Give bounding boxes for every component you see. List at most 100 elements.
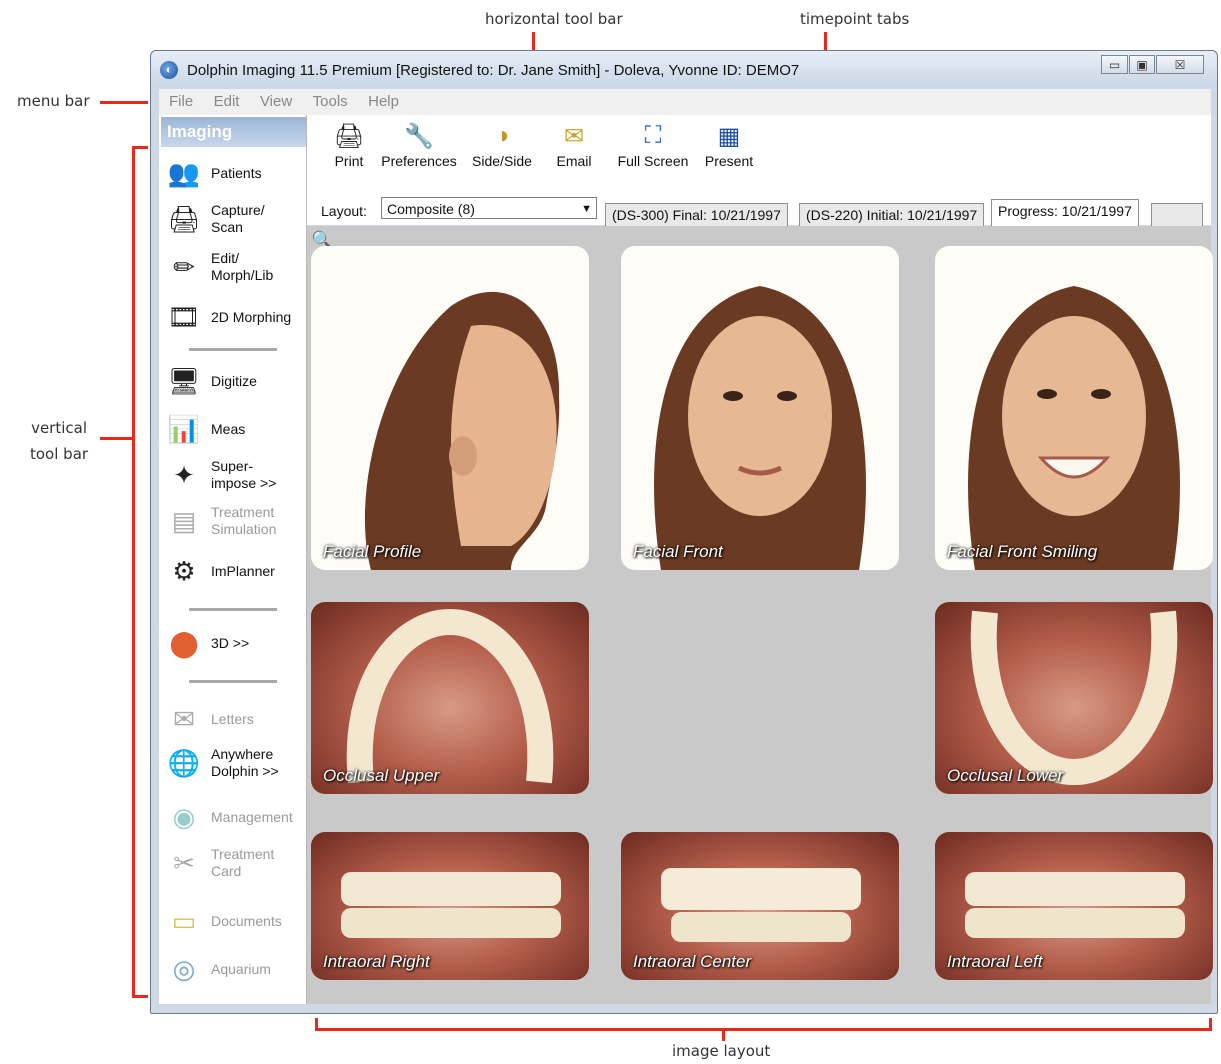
morphing-icon: 🎞 <box>167 301 201 332</box>
tab-initial[interactable]: (DS-220) Initial: 10/21/1997 <box>799 203 985 227</box>
sidebar-item-label: Meas <box>211 420 246 437</box>
image-facial-profile[interactable]: Facial Profile <box>311 246 589 570</box>
bracket-image-stem <box>722 1028 725 1041</box>
documents-icon: ▭ <box>171 905 197 936</box>
menu-edit[interactable]: Edit <box>214 89 240 115</box>
image-occlusal-lower[interactable]: Occlusal Lower <box>935 602 1213 794</box>
sidebar-item-label: Patients <box>211 164 262 181</box>
tab-progress[interactable]: Progress: 10/21/1997 <box>991 199 1139 227</box>
image-caption: Facial Front <box>633 542 723 561</box>
letters-icon: ✉ <box>173 703 195 734</box>
sidebar-item-edit-morph-lib[interactable]: ✏ Edit/ Morph/Lib <box>163 245 305 289</box>
callout-horizontal-tool-bar: horizontal tool bar <box>485 10 623 28</box>
tab-empty[interactable] <box>1151 203 1203 227</box>
callout-timepoint-tabs: timepoint tabs <box>800 10 910 28</box>
superimpose-icon: ✦ <box>173 459 195 490</box>
sidebar-item-meas[interactable]: 📊 Meas <box>163 407 305 451</box>
full-screen-button[interactable]: ⛶ Full Screen <box>613 119 693 177</box>
image-caption: Facial Front Smiling <box>947 542 1098 561</box>
image-facial-front-smiling[interactable]: Facial Front Smiling <box>935 246 1213 570</box>
sidebar-item-label: Letters <box>211 710 254 727</box>
menu-file[interactable]: File <box>169 89 193 115</box>
bracket-vertical-line <box>132 146 135 998</box>
side-by-side-label: Side/Side <box>472 153 532 169</box>
full-screen-label: Full Screen <box>617 153 689 169</box>
menu-bar: File Edit View Tools Help <box>159 89 1211 116</box>
menu-tools[interactable]: Tools <box>313 89 348 115</box>
sidebar-item-implanner[interactable]: ⚙ ImPlanner <box>163 549 305 593</box>
sidebar-item-label: Management <box>211 808 293 825</box>
sidebar-item-treatment-card[interactable]: ✂ Treatment Card <box>163 841 305 885</box>
bracket-image-line <box>315 1028 1212 1031</box>
facial-smiling-illustration <box>968 286 1180 570</box>
sidebar-item-capture-scan[interactable]: 🖨 Capture/ Scan <box>163 197 305 241</box>
treatment-card-icon: ✂ <box>173 847 195 878</box>
full-screen-icon: ⛶ <box>644 122 662 149</box>
sidebar-item-label: Documents <box>211 912 282 929</box>
sidebar-item-label: Treatment Simulation <box>211 504 277 537</box>
sidebar-item-management[interactable]: ◉ Management <box>163 795 305 839</box>
image-occlusal-upper[interactable]: Occlusal Upper <box>311 602 589 794</box>
image-intraoral-center[interactable]: Intraoral Center <box>621 832 899 980</box>
sidebar-item-label: Capture/ Scan <box>211 202 265 235</box>
sidebar-item-digitize[interactable]: 🖥 Digitize <box>163 359 305 403</box>
implant-icon: ⚙ <box>172 555 196 586</box>
image-caption: Intraoral Left <box>947 952 1043 971</box>
wrench-icon: 🔧 <box>404 122 434 150</box>
sidebar-item-label: 2D Morphing <box>211 308 292 325</box>
sidebar-item-3d[interactable]: ⬤ 3D >> <box>163 621 305 665</box>
title-bar[interactable]: ◐ Dolphin Imaging 11.5 Premium [Register… <box>151 51 1217 88</box>
image-caption: Facial Profile <box>323 542 422 561</box>
sidebar-item-superimpose[interactable]: ✦ Super- impose >> <box>163 453 305 497</box>
sidebar-separator <box>189 608 277 611</box>
sidebar-item-label: Edit/ Morph/Lib <box>211 250 274 283</box>
sidebar-separator <box>189 348 277 351</box>
maximize-button[interactable]: ▣ <box>1129 55 1155 74</box>
sidebar-item-anywhere-dolphin[interactable]: 🌐 Anywhere Dolphin >> <box>163 741 305 785</box>
print-label: Print <box>334 153 364 169</box>
bracket-vertical-bottom <box>132 995 148 998</box>
sidebar-item-2d-morphing[interactable]: 🎞 2D Morphing <box>163 295 305 339</box>
image-facial-front[interactable]: Facial Front <box>621 246 899 570</box>
email-icon: ✉ <box>563 122 585 150</box>
present-button[interactable]: ▦ Present <box>701 119 757 177</box>
3d-icon: ⬤ <box>169 627 199 658</box>
tab-final[interactable]: (DS-300) Final: 10/21/1997 <box>605 203 788 227</box>
sidebar-item-label: Anywhere Dolphin >> <box>211 746 279 779</box>
sidebar-item-label: Super- impose >> <box>211 458 277 491</box>
chevron-down-icon[interactable]: ▼ <box>581 198 592 220</box>
sidebar-item-label: Digitize <box>211 372 257 389</box>
simulation-icon: ▤ <box>171 505 197 536</box>
email-label: Email <box>556 153 592 169</box>
image-caption: Intraoral Center <box>633 952 752 971</box>
imaging-header: Imaging <box>161 117 306 147</box>
close-button[interactable]: ☒ <box>1156 55 1204 74</box>
menu-view[interactable]: View <box>260 89 292 115</box>
minimize-button[interactable]: ▭ <box>1101 55 1128 74</box>
bracket-vertical-stem <box>100 437 133 440</box>
image-intraoral-right[interactable]: Intraoral Right <box>311 832 589 980</box>
present-icon: ▦ <box>717 122 741 150</box>
side-by-side-button[interactable]: ◑ Side/Side <box>467 119 537 177</box>
dolphin-icon: ◐ <box>160 61 178 79</box>
sidebar-item-label: ImPlanner <box>211 562 275 579</box>
preferences-button[interactable]: 🔧 Preferences <box>379 119 459 177</box>
email-button[interactable]: ✉ Email <box>553 119 595 177</box>
callout-menu-bar: menu bar <box>17 92 90 110</box>
sidebar-item-treatment-simulation[interactable]: ▤ Treatment Simulation <box>163 499 305 543</box>
layout-dropdown[interactable]: Composite (8) ▼ <box>381 197 597 219</box>
sidebar-item-patients[interactable]: 👥 Patients <box>163 151 305 195</box>
sidebar-item-letters[interactable]: ✉ Letters <box>163 697 305 741</box>
callout-image-layout: image layout <box>672 1042 771 1060</box>
image-intraoral-left[interactable]: Intraoral Left <box>935 832 1213 980</box>
sidebar-item-documents[interactable]: ▭ Documents <box>163 899 305 943</box>
menu-help[interactable]: Help <box>368 89 399 115</box>
bracket-menu-bar <box>100 101 148 104</box>
aquarium-icon: ◎ <box>172 953 196 984</box>
print-button[interactable]: 🖨 Print <box>329 119 369 177</box>
bracket-image-right <box>1209 1018 1212 1030</box>
sidebar-item-aquarium[interactable]: ◎ Aquarium <box>163 947 305 991</box>
layout-value: Composite (8) <box>387 201 475 217</box>
vertical-tool-bar: Imaging 👥 Patients 🖨 Capture/ Scan ✏ Edi… <box>159 115 307 1004</box>
patients-icon: 👥 <box>167 157 201 188</box>
